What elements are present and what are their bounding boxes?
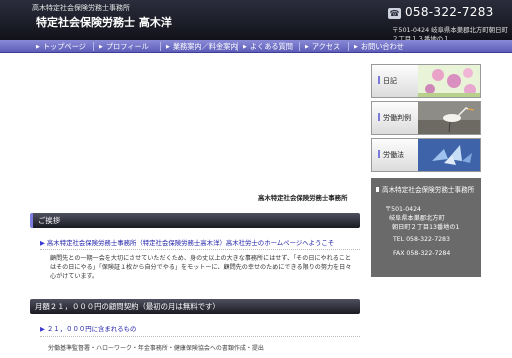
heron-image <box>418 102 480 134</box>
nav-item-services[interactable]: ▶ 業務案内／料金案内 <box>166 40 238 53</box>
nav-item-label: 業務案内／料金案内 <box>172 42 238 51</box>
global-nav: ▶ トップページ ▶ プロフィール ▶ 業務案内／料金案内 ▶ よくある質問 ▶ アクセス… <box>0 40 512 53</box>
nav-item-faq[interactable]: ▶ よくある質問 <box>243 40 293 53</box>
nav-item-top[interactable]: ▶ トップページ <box>36 40 86 53</box>
label-mark <box>378 150 380 158</box>
nav-divider <box>160 42 161 51</box>
nav-divider <box>299 42 300 51</box>
info-address-2: 朝日町２丁目13番地の1 <box>392 224 460 231</box>
greeting-body: 顧問先との一期一会を大切にさせていただくため、身の丈以上の大きな事務所にはせず、… <box>50 255 352 281</box>
nav-arrow-icon: ▶ <box>36 44 40 50</box>
sidebar-button-label: 労働法 <box>372 139 420 171</box>
flower-image <box>418 65 480 97</box>
nav-item-access[interactable]: ▶ アクセス <box>305 40 340 53</box>
header-phone: 058-322-7283 <box>405 5 494 19</box>
nav-item-label: お問い合わせ <box>360 42 404 51</box>
bullet-icon: ▶ <box>40 325 45 333</box>
greeting-heading: ご挨拶 <box>30 213 360 228</box>
nav-arrow-icon: ▶ <box>354 44 358 50</box>
site-name[interactable]: 特定社会保険労務士 高木洋 <box>36 14 172 30</box>
nav-divider <box>93 42 94 51</box>
contract-link[interactable]: ▶ ２１，０００円に含まれるもの <box>40 324 136 333</box>
nav-divider <box>348 42 349 51</box>
nav-item-label: プロフィール <box>105 42 149 51</box>
info-fax: FAX 058-322-7284 <box>393 250 451 257</box>
nav-arrow-icon: ▶ <box>166 44 170 50</box>
greeting-link[interactable]: ▶ 高木特定社会保険労務士事務所（特定社会保険労務士高木洋）高木社労士のホームペー… <box>40 238 334 247</box>
nav-item-label: アクセス <box>311 42 341 51</box>
origami-crane-image <box>418 139 480 171</box>
contract-link-text: ２１，０００円に含まれるもの <box>46 325 137 333</box>
greeting-link-text: 高木特定社会保険労務士事務所（特定社会保険労務士高木洋）高木社労士のホームページ… <box>46 239 335 247</box>
nav-divider <box>237 42 238 51</box>
office-info-box: 高木特定社会保険労務士事務所 〒501-0424 岐阜県本巣郡北方町 朝日町２丁… <box>371 178 481 277</box>
divider <box>40 249 360 250</box>
sidebar-button-label: 労働判例 <box>372 102 420 134</box>
info-title-text: 高木特定社会保険労務士事務所 <box>382 186 475 194</box>
site-header: 高木特定社会保険労務士事務所 特定社会保険労務士 高木洋 ☎ 058-322-7… <box>0 0 512 43</box>
contract-heading: 月額２１，０００円の顧問契約（最初の月は無料です） <box>30 299 360 314</box>
nav-arrow-icon: ▶ <box>243 44 247 50</box>
sidebar-button-text: 労働法 <box>383 151 404 159</box>
info-title: 高木特定社会保険労務士事務所 <box>376 184 474 194</box>
sidebar-button-case-law[interactable]: 労働判例 <box>371 101 481 135</box>
divider <box>40 336 360 337</box>
label-mark <box>378 113 380 121</box>
nav-arrow-icon: ▶ <box>305 44 309 50</box>
nav-item-profile[interactable]: ▶ プロフィール <box>99 40 149 53</box>
square-icon <box>376 187 379 192</box>
sidebar-button-text: 日記 <box>383 77 397 85</box>
header-tagline: 高木特定社会保険労務士事務所 <box>32 4 130 12</box>
nav-item-label: トップページ <box>42 42 86 51</box>
contract-text: 労働基準監督署・ハローワーク・年金事務所・健康保険協会への書類作成・提出 <box>48 345 264 352</box>
sidebar-button-diary[interactable]: 日記 <box>371 64 481 98</box>
sidebar-button-label: 日記 <box>372 65 420 97</box>
info-postal: 〒501-0424 <box>385 206 421 213</box>
bullet-icon: ▶ <box>40 239 45 247</box>
hero-image-area <box>30 64 360 214</box>
nav-item-contact[interactable]: ▶ お問い合わせ <box>354 40 404 53</box>
nav-item-label: よくある質問 <box>249 42 293 51</box>
office-name: 高木特定社会保険労務士事務所 <box>258 194 348 202</box>
nav-arrow-icon: ▶ <box>99 44 103 50</box>
sidebar-button-labor-law[interactable]: 労働法 <box>371 138 481 172</box>
label-mark <box>378 76 380 84</box>
info-tel: TEL 058-322-7283 <box>393 236 450 243</box>
info-address-1: 岐阜県本巣郡北方町 <box>389 215 445 222</box>
sidebar-button-text: 労働判例 <box>383 114 411 122</box>
phone-icon: ☎ <box>388 8 401 19</box>
